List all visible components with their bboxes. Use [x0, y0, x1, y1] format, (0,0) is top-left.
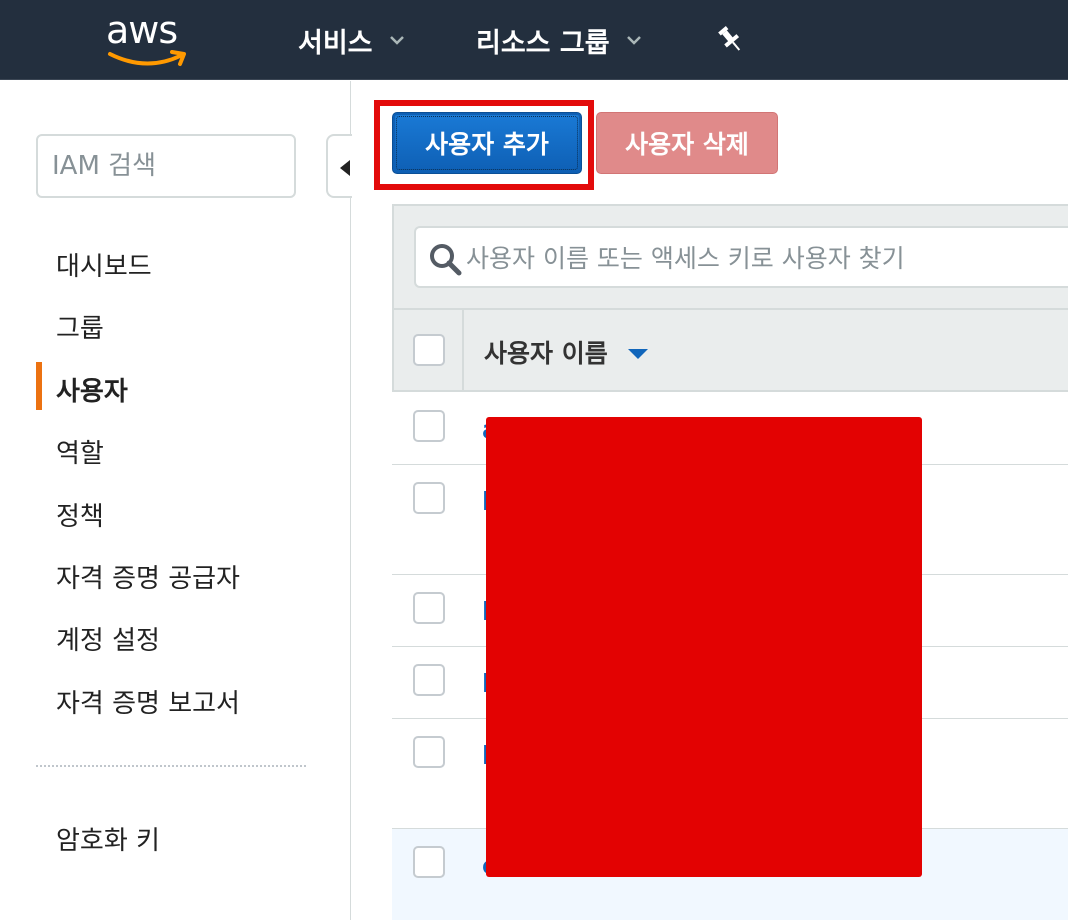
chevron-down-icon	[389, 36, 404, 45]
active-item-indicator	[36, 362, 42, 410]
add-user-button[interactable]: 사용자 추가	[392, 112, 582, 174]
sidebar-item-policies[interactable]: 정책	[56, 496, 104, 533]
sidebar-section-divider	[36, 765, 306, 767]
sidebar	[0, 81, 350, 920]
iam-search-input[interactable]	[36, 134, 296, 198]
row-checkbox[interactable]	[413, 736, 445, 768]
aws-logo[interactable]: aws	[106, 8, 190, 68]
sidebar-item-identity-providers[interactable]: 자격 증명 공급자	[56, 558, 240, 595]
services-menu-label: 서비스	[298, 27, 373, 59]
sidebar-item-groups[interactable]: 그룹	[56, 308, 104, 345]
row-checkbox[interactable]	[413, 592, 445, 624]
aws-logo-text: aws	[106, 8, 178, 52]
row-checkbox[interactable]	[413, 846, 445, 878]
aws-smile-icon	[108, 50, 186, 66]
top-navigation-bar: aws 서비스 리소스 그룹	[0, 0, 1068, 80]
resource-groups-menu[interactable]: 리소스 그룹	[476, 22, 642, 59]
resource-groups-menu-label: 리소스 그룹	[476, 27, 610, 59]
sidebar-item-credential-report[interactable]: 자격 증명 보고서	[56, 683, 240, 720]
users-search-box	[414, 226, 1068, 288]
services-menu[interactable]: 서비스	[298, 22, 405, 59]
row-checkbox[interactable]	[413, 482, 445, 514]
sidebar-item-account-settings[interactable]: 계정 설정	[56, 620, 160, 657]
redaction-block	[486, 417, 922, 877]
row-checkbox[interactable]	[413, 664, 445, 696]
table-header-divider	[462, 310, 464, 392]
pin-icon[interactable]	[716, 24, 746, 56]
select-all-checkbox[interactable]	[413, 334, 445, 366]
search-icon	[430, 244, 462, 276]
sidebar-item-users[interactable]: 사용자	[56, 371, 128, 408]
row-checkbox[interactable]	[413, 410, 445, 442]
sidebar-item-encryption-keys[interactable]: 암호화 키	[56, 820, 160, 857]
column-header-username[interactable]: 사용자 이름	[484, 334, 608, 370]
delete-user-button[interactable]: 사용자 삭제	[596, 112, 778, 174]
chevron-down-icon	[626, 36, 641, 45]
users-search-input[interactable]	[466, 238, 1056, 278]
sort-desc-icon[interactable]	[628, 349, 648, 359]
sidebar-item-roles[interactable]: 역할	[56, 433, 104, 470]
sidebar-item-dashboard[interactable]: 대시보드	[56, 246, 152, 283]
collapse-sidebar-button[interactable]	[326, 134, 352, 198]
sidebar-divider	[350, 81, 351, 920]
collapse-sidebar-icon	[340, 160, 350, 176]
